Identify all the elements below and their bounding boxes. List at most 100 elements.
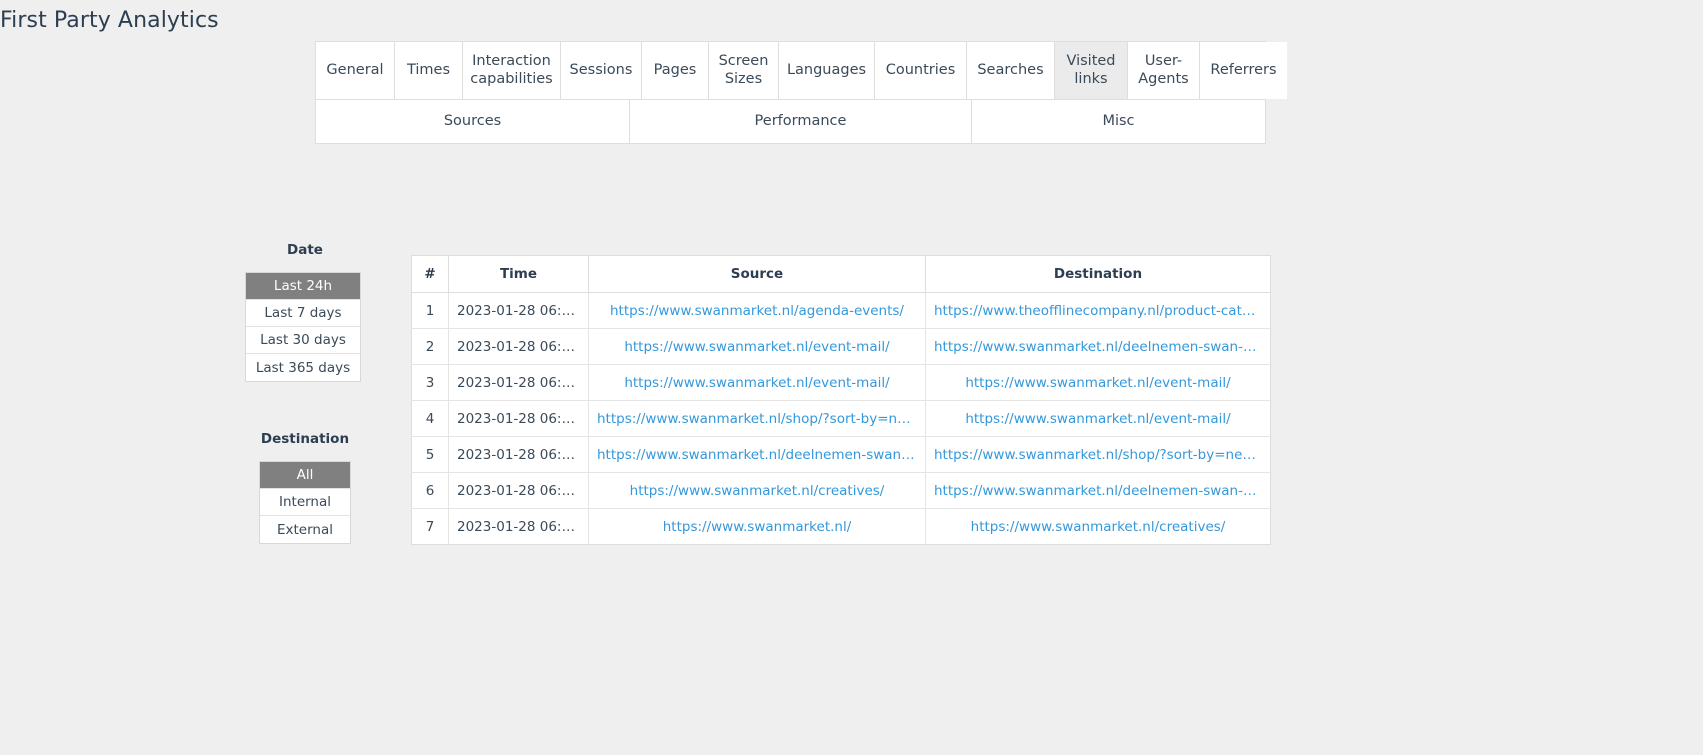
filter-option-label: External bbox=[276, 521, 333, 538]
filter-option-last-7-days[interactable]: Last 7 days bbox=[246, 300, 360, 327]
tab-general[interactable]: General bbox=[316, 42, 395, 99]
cell-time: 2023-01-28 06:18:00 bbox=[448, 328, 589, 365]
tab-label: Countries bbox=[885, 61, 956, 78]
destination-link[interactable]: https://www.swanmarket.nl/deelnemen-swan… bbox=[934, 483, 1262, 499]
cell-time: 2023-01-28 06:17:38 bbox=[448, 364, 589, 401]
destination-link[interactable]: https://www.theofflinecompany.nl/product… bbox=[934, 303, 1262, 319]
tab-visited-links[interactable]: Visited links bbox=[1055, 42, 1128, 99]
cell-destination: https://www.swanmarket.nl/deelnemen-swan… bbox=[925, 472, 1271, 509]
table-row: 2 2023-01-28 06:18:00 https://www.swanma… bbox=[411, 328, 1271, 365]
cell-index: 6 bbox=[411, 472, 449, 509]
tab-sources[interactable]: Sources bbox=[316, 100, 630, 143]
filter-option-label: All bbox=[296, 467, 314, 483]
filter-option-label: Last 30 days bbox=[260, 332, 346, 348]
cell-time: 2023-01-28 06:13:41 bbox=[448, 472, 589, 509]
column-header-destination: Destination bbox=[925, 255, 1271, 293]
page-title: First Party Analytics bbox=[0, 8, 219, 33]
tab-searches[interactable]: Searches bbox=[967, 42, 1055, 99]
tab-label: Sessions bbox=[569, 61, 633, 78]
tab-label: Interaction capabilities bbox=[470, 52, 553, 87]
tab-referrers[interactable]: Referrers bbox=[1200, 42, 1287, 99]
table-row: 5 2023-01-28 06:16:21 https://www.swanma… bbox=[411, 436, 1271, 473]
cell-index: 5 bbox=[411, 436, 449, 473]
filter-option-external[interactable]: External bbox=[260, 516, 350, 543]
tab-screen-sizes[interactable]: Screen Sizes bbox=[709, 42, 779, 99]
filter-option-label: Last 365 days bbox=[255, 359, 351, 376]
tab-row-secondary: Sources Performance Misc bbox=[316, 99, 1265, 143]
tab-misc[interactable]: Misc bbox=[972, 100, 1265, 143]
tab-label: Misc bbox=[1102, 112, 1135, 129]
tab-row-primary: General Times Interaction capabilities S… bbox=[316, 42, 1287, 99]
tab-label: Languages bbox=[786, 61, 867, 78]
visited-links-table-container: # Time Source Destination 1 2023-01-28 0… bbox=[411, 255, 1271, 545]
cell-index: 2 bbox=[411, 328, 449, 365]
tab-performance[interactable]: Performance bbox=[630, 100, 972, 143]
filter-group-date: Date Last 24h Last 7 days Last 30 days L… bbox=[245, 242, 365, 382]
table-row: 6 2023-01-28 06:13:41 https://www.swanma… bbox=[411, 472, 1271, 509]
tab-label: General bbox=[326, 61, 384, 78]
source-link[interactable]: https://www.swanmarket.nl/event-mail/ bbox=[624, 375, 889, 391]
cell-time: 2023-01-28 06:39:27 bbox=[448, 292, 589, 329]
tab-user-agents[interactable]: User-Agents bbox=[1128, 42, 1200, 99]
cell-destination: https://www.swanmarket.nl/event-mail/ bbox=[925, 400, 1271, 437]
destination-link[interactable]: https://www.swanmarket.nl/event-mail/ bbox=[965, 411, 1230, 427]
cell-index: 4 bbox=[411, 400, 449, 437]
source-link[interactable]: https://www.swanmarket.nl/creatives/ bbox=[630, 483, 885, 499]
cell-time: 2023-01-28 06:17:24 bbox=[448, 400, 589, 437]
filter-option-last-365-days[interactable]: Last 365 days bbox=[246, 354, 360, 381]
column-header-index: # bbox=[411, 255, 449, 293]
tab-label: Sources bbox=[443, 112, 502, 129]
column-header-source: Source bbox=[588, 255, 926, 293]
cell-source: https://www.swanmarket.nl/event-mail/ bbox=[588, 328, 926, 365]
cell-destination: https://www.swanmarket.nl/deelnemen-swan… bbox=[925, 328, 1271, 365]
destination-link[interactable]: https://www.swanmarket.nl/deelnemen-swan… bbox=[934, 339, 1262, 355]
tab-label: Pages bbox=[653, 61, 697, 78]
tab-pages[interactable]: Pages bbox=[642, 42, 709, 99]
cell-source: https://www.swanmarket.nl/shop/?sort-by=… bbox=[588, 400, 926, 437]
tab-label: Visited links bbox=[1066, 52, 1116, 87]
source-link[interactable]: https://www.swanmarket.nl/event-mail/ bbox=[624, 339, 889, 355]
tab-interaction-capabilities[interactable]: Interaction capabilities bbox=[463, 42, 561, 99]
source-link[interactable]: https://www.swanmarket.nl/agenda-events/ bbox=[610, 303, 904, 319]
table-row: 3 2023-01-28 06:17:38 https://www.swanma… bbox=[411, 364, 1271, 401]
tab-label: Searches bbox=[977, 61, 1044, 78]
filter-option-internal[interactable]: Internal bbox=[260, 489, 350, 516]
column-header-time: Time bbox=[448, 255, 589, 293]
tab-sessions[interactable]: Sessions bbox=[561, 42, 642, 99]
destination-link[interactable]: https://www.swanmarket.nl/event-mail/ bbox=[965, 375, 1230, 391]
source-link[interactable]: https://www.swanmarket.nl/shop/?sort-by=… bbox=[597, 411, 917, 427]
table-row: 4 2023-01-28 06:17:24 https://www.swanma… bbox=[411, 400, 1271, 437]
cell-source: https://www.swanmarket.nl/event-mail/ bbox=[588, 364, 926, 401]
filter-option-last-30-days[interactable]: Last 30 days bbox=[246, 327, 360, 354]
cell-destination: https://www.swanmarket.nl/event-mail/ bbox=[925, 364, 1271, 401]
cell-source: https://www.swanmarket.nl/deelnemen-swan… bbox=[588, 436, 926, 473]
filter-option-last-24h[interactable]: Last 24h bbox=[246, 273, 360, 300]
table-row: 1 2023-01-28 06:39:27 https://www.swanma… bbox=[411, 292, 1271, 329]
cell-time: 2023-01-28 06:16:21 bbox=[448, 436, 589, 473]
cell-destination: https://www.swanmarket.nl/shop/?sort-by=… bbox=[925, 436, 1271, 473]
source-link[interactable]: https://www.swanmarket.nl/deelnemen-swan… bbox=[597, 447, 917, 463]
cell-destination: https://www.swanmarket.nl/creatives/ bbox=[926, 509, 1271, 545]
cell-destination: https://www.theofflinecompany.nl/product… bbox=[925, 292, 1271, 329]
source-link[interactable]: https://www.swanmarket.nl/ bbox=[663, 519, 852, 535]
cell-index: 7 bbox=[411, 508, 449, 545]
cell-index: 1 bbox=[411, 292, 449, 329]
tab-label: User-Agents bbox=[1138, 52, 1189, 87]
cell-source: https://www.swanmarket.nl/agenda-events/ bbox=[588, 292, 926, 329]
tab-navigation: General Times Interaction capabilities S… bbox=[315, 41, 1287, 144]
table-row: 7 2023-01-28 06:13:10 https://www.swanma… bbox=[411, 508, 1271, 545]
filter-list-destination: All Internal External bbox=[259, 461, 351, 544]
filter-option-all[interactable]: All bbox=[260, 462, 350, 489]
tab-countries[interactable]: Countries bbox=[875, 42, 967, 99]
filter-group-destination: Destination All Internal External bbox=[259, 431, 365, 544]
table-header: # Time Source Destination bbox=[411, 255, 1271, 293]
filter-title-date: Date bbox=[287, 242, 323, 258]
tab-languages[interactable]: Languages bbox=[779, 42, 875, 99]
filter-option-label: Last 24h bbox=[273, 278, 333, 294]
cell-time: 2023-01-28 06:13:10 bbox=[448, 508, 589, 545]
destination-link[interactable]: https://www.swanmarket.nl/creatives/ bbox=[971, 519, 1226, 535]
visited-links-table: # Time Source Destination 1 2023-01-28 0… bbox=[411, 255, 1271, 545]
filter-list-date: Last 24h Last 7 days Last 30 days Last 3… bbox=[245, 272, 361, 382]
tab-times[interactable]: Times bbox=[395, 42, 463, 99]
destination-link[interactable]: https://www.swanmarket.nl/shop/?sort-by=… bbox=[934, 447, 1262, 463]
